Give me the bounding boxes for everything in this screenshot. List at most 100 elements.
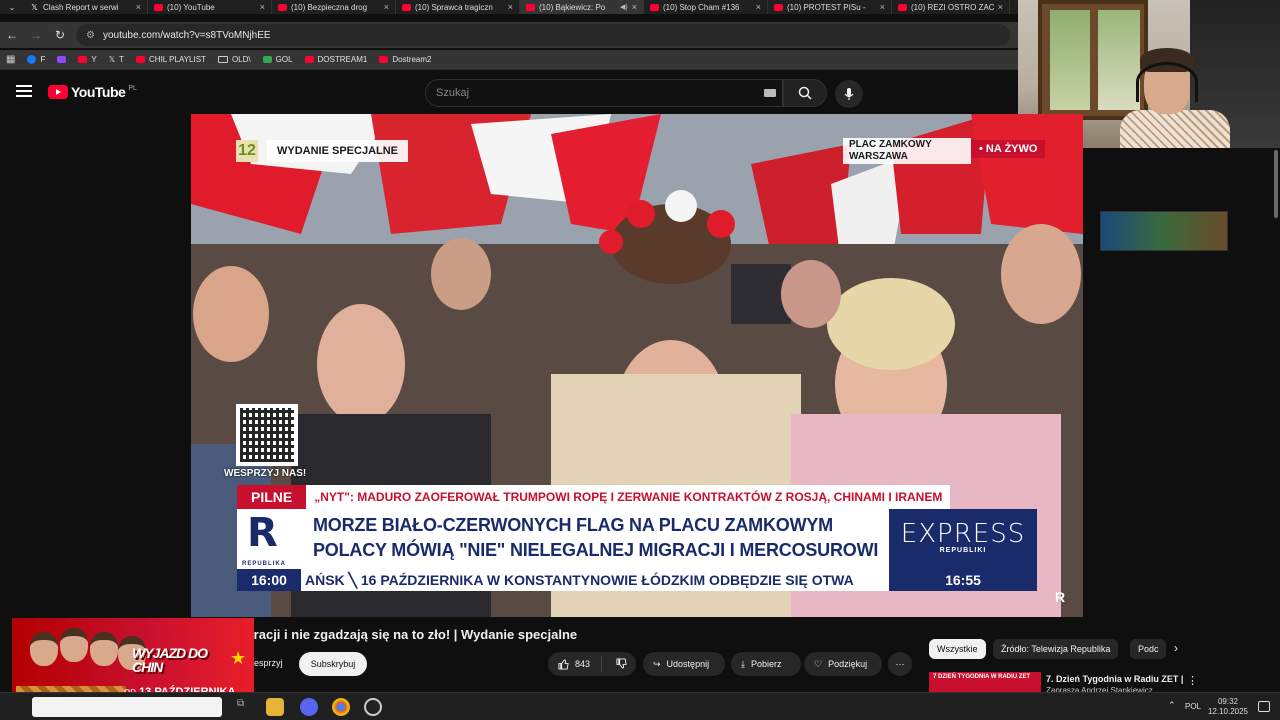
location-label: PLAC ZAMKOWY WARSZAWA: [843, 138, 971, 164]
browser-tab[interactable]: (10) Bezpieczna drog ×: [272, 0, 396, 14]
bookmark-t[interactable]: 𝕏T: [109, 55, 124, 64]
search-button[interactable]: [783, 79, 827, 107]
bookmark-dostream2[interactable]: Dostream2: [379, 55, 431, 64]
clock-time: 09:32: [1217, 697, 1239, 706]
share-button[interactable]: ↪ Udostępnij: [643, 652, 725, 676]
gol-icon: [262, 56, 272, 63]
menu-icon[interactable]: [16, 85, 32, 97]
tab-close-icon[interactable]: ×: [508, 2, 513, 12]
language-indicator[interactable]: POL: [1185, 702, 1201, 711]
headset-icon: [1136, 62, 1198, 102]
side-thumbnail[interactable]: [1100, 211, 1228, 251]
browser-tab-active[interactable]: (10) Bąkiewicz: Po ◀) ×: [520, 0, 644, 14]
youtube-icon: [78, 56, 88, 63]
logo-text: YouTube: [71, 84, 126, 100]
corner-logo: R: [1055, 589, 1066, 605]
bookmark-label: Y: [91, 55, 97, 64]
tab-close-icon[interactable]: ×: [260, 2, 265, 12]
tab-search-chevron-icon[interactable]: ⌄: [0, 0, 24, 14]
obs-icon[interactable]: [364, 698, 382, 716]
browser-tab[interactable]: (10) PROTEST PISu - ×: [768, 0, 892, 14]
recommended-title[interactable]: 7. Dzień Tygodnia w Radiu ZET |: [1046, 674, 1183, 684]
subscribe-button[interactable]: Subskrybuj: [299, 652, 367, 676]
keyboard-icon[interactable]: [764, 89, 776, 97]
thanks-button[interactable]: ♡ Podziękuj: [804, 652, 882, 676]
back-arrow-icon[interactable]: ←: [0, 28, 24, 42]
voice-search-button[interactable]: [835, 80, 863, 108]
tab-close-icon[interactable]: ×: [998, 2, 1003, 12]
ticker-time-right: 16:55: [889, 569, 1037, 591]
taskbar-search-box[interactable]: [32, 697, 222, 717]
address-bar[interactable]: ⚙ youtube.com/watch?v=s8TVoMNjhEE: [76, 24, 1010, 46]
tab-close-icon[interactable]: ×: [136, 2, 141, 12]
browser-tab[interactable]: (10) Sprawca tragiczn ×: [396, 0, 520, 14]
chrome-icon[interactable]: [332, 698, 350, 716]
like-count: 843: [575, 659, 591, 669]
youtube-logo[interactable]: YouTube PL: [48, 84, 137, 100]
site-settings-icon[interactable]: ⚙: [86, 30, 95, 41]
notification-icon[interactable]: [1258, 701, 1270, 712]
country-code: PL: [128, 84, 137, 92]
bookmark-old-folder[interactable]: OLD\: [217, 55, 251, 64]
promo-brand: WYJAZD DO CHIN: [132, 645, 208, 675]
apps-bookmark[interactable]: ▦: [6, 54, 15, 65]
bookmark-dostream1[interactable]: DOSTREAM1: [304, 55, 368, 64]
location-line: WARSZAWA: [849, 151, 908, 162]
support-button-label[interactable]: esprzyj: [254, 658, 283, 668]
more-actions-button[interactable]: ⋯: [888, 652, 912, 676]
bookmark-f[interactable]: F: [27, 55, 45, 64]
task-view-icon[interactable]: ⧉: [237, 698, 255, 716]
twitch-icon: [57, 56, 67, 63]
page-scrollbar[interactable]: [1274, 150, 1278, 218]
tab-title: (10) YouTube: [167, 2, 215, 12]
bookmark-gol[interactable]: GOL: [262, 55, 293, 64]
browser-tab[interactable]: (10) Stop Cham #136 ×: [644, 0, 768, 14]
system-clock[interactable]: 09:32 12.10.2025: [1206, 697, 1250, 717]
speaker-icon[interactable]: ◀): [620, 3, 628, 11]
live-badge: • NA ŻYWO: [971, 140, 1046, 158]
tray-chevron-up-icon[interactable]: ⌃: [1168, 700, 1176, 711]
thanks-label: Podziękuj: [828, 659, 868, 669]
support-caption: WESPRZYJ NAS!: [224, 468, 307, 479]
bookmark-twitch[interactable]: [57, 56, 67, 63]
bookmark-label: DOSTREAM1: [317, 55, 368, 64]
chip-podcasts[interactable]: Podc: [1130, 639, 1166, 659]
ticker-text: AŃSK ╲ 16 PAŹDZIERNIKA W KONSTANTYNOWIE …: [301, 569, 889, 591]
tab-title: (10) REZI OSTRO ZAC: [911, 2, 994, 12]
tab-close-icon[interactable]: ×: [756, 2, 761, 12]
reload-icon[interactable]: ↻: [48, 28, 72, 42]
download-button[interactable]: ⤓ Pobierz: [731, 652, 801, 676]
streamer-figure: [1114, 48, 1234, 148]
tab-title: (10) PROTEST PISu -: [787, 2, 866, 12]
tab-close-icon[interactable]: ×: [384, 2, 389, 12]
browser-tab[interactable]: (10) YouTube ×: [148, 0, 272, 14]
kebab-menu-icon[interactable]: ⋮: [1187, 674, 1198, 687]
breaking-label: PILNE: [237, 485, 307, 509]
chip-source[interactable]: Źródło: Telewizja Republika: [993, 639, 1119, 659]
logo-letter: R: [247, 510, 278, 556]
browser-tab[interactable]: (10) REZI OSTRO ZAC ×: [892, 0, 1010, 14]
bookmark-label: T: [119, 55, 125, 64]
file-explorer-icon[interactable]: [266, 698, 284, 716]
discord-icon[interactable]: [300, 698, 318, 716]
tab-close-icon[interactable]: ×: [880, 2, 885, 12]
apps-grid-icon: ▦: [6, 54, 16, 65]
video-player[interactable]: 12 WYDANIE SPECJALNE PLAC ZAMKOWY WARSZA…: [191, 114, 1083, 617]
chevron-right-icon[interactable]: ›: [1174, 641, 1178, 655]
bookmark-chil-playlist[interactable]: CHIL PLAYLIST: [136, 55, 206, 64]
express-republiki-badge: EXPRESS REPUBLIKI: [889, 509, 1037, 569]
dislike-button[interactable]: [608, 657, 627, 671]
youtube-icon: [154, 3, 163, 11]
recommended-video[interactable]: 7 DZIEŃ TYGODNIA W RADIU ZET 7. Dzień Ty…: [929, 672, 1279, 695]
chip-all[interactable]: Wszystkie: [929, 639, 986, 659]
bookmark-y[interactable]: Y: [78, 55, 97, 64]
search-input[interactable]: Szukaj: [425, 79, 783, 107]
forward-arrow-icon[interactable]: →: [24, 28, 48, 42]
folder-icon: [217, 56, 228, 63]
browser-tab[interactable]: 𝕏 Clash Report w serwi ×: [24, 0, 148, 14]
like-button[interactable]: 843: [548, 656, 602, 672]
clock-date: 12.10.2025: [1207, 707, 1249, 716]
promo-faces: [20, 622, 146, 682]
tab-close-icon[interactable]: ×: [632, 2, 637, 12]
recommended-thumbnail[interactable]: 7 DZIEŃ TYGODNIA W RADIU ZET: [929, 672, 1041, 694]
